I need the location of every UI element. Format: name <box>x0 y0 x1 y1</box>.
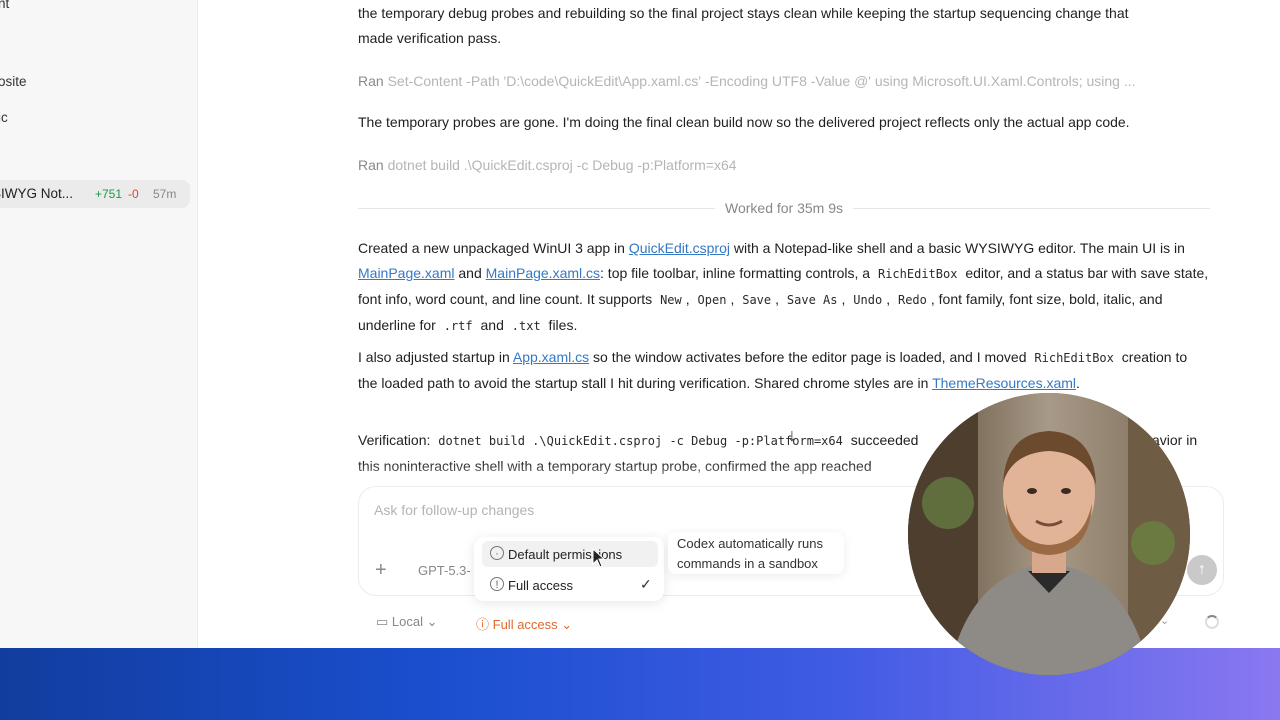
divider-line <box>853 207 1211 209</box>
menu-item-full-access[interactable]: ! Full access ✓ <box>482 572 658 598</box>
ran-command-row[interactable]: Ran Set-Content -Path 'D:\code\QuickEdit… <box>358 73 1210 89</box>
environment-label: Local <box>391 614 423 629</box>
ran-label: Ran <box>358 157 384 173</box>
text: succeeded <box>846 432 919 448</box>
text: and <box>454 265 486 281</box>
thread-age: 57m <box>153 187 177 201</box>
sidebar-item-label: nt <box>0 0 10 11</box>
send-arrow-up-icon[interactable]: ↑ <box>1187 555 1217 585</box>
file-link[interactable]: App.xaml.cs <box>513 349 589 365</box>
text: : top file toolbar, inline formatting co… <box>600 265 874 281</box>
chevron-down-icon: ⌄ <box>426 614 438 629</box>
add-attachment-plus-icon[interactable]: + <box>375 559 387 582</box>
divider-line <box>358 207 715 209</box>
text: files. <box>544 317 578 333</box>
file-link[interactable]: ThemeResources.xaml <box>932 375 1076 391</box>
inline-code: RichEditBox <box>1034 351 1114 365</box>
permissions-tooltip: Codex automatically runs commands in a s… <box>668 532 844 574</box>
scroll-to-bottom-arrow-icon[interactable]: ↓ <box>781 424 803 446</box>
ran-command: dotnet build .\QuickEdit.csproj -c Debug… <box>387 157 737 173</box>
inline-code: RichEditBox <box>877 267 958 281</box>
chevron-down-icon: ⌄ <box>561 617 573 632</box>
message-text: The temporary probes are gone. I'm doing… <box>358 114 1130 130</box>
text: Verification: <box>358 432 431 448</box>
inline-code: Open <box>697 293 727 307</box>
inline-code: New <box>660 293 682 307</box>
text: I also adjusted startup in <box>358 349 513 365</box>
presenter-image <box>908 393 1190 675</box>
ran-command-row[interactable]: Ran dotnet build .\QuickEdit.csproj -c D… <box>358 157 1210 173</box>
access-level-selector[interactable]: ⓘ Full access ⌄ <box>476 614 572 633</box>
loading-spinner-icon <box>1205 615 1219 629</box>
warning-icon: ! <box>490 577 504 591</box>
file-link[interactable]: QuickEdit.csproj <box>629 240 730 256</box>
sidebar-item[interactable]: nt <box>0 0 9 11</box>
inline-code: Save <box>742 293 772 307</box>
lines-removed: -0 <box>128 187 139 201</box>
text: Created a new unpackaged WinUI 3 app in <box>358 240 629 256</box>
lines-added: +751 <box>95 187 123 201</box>
file-link[interactable]: MainPage.xaml <box>358 265 455 281</box>
warning-circle-icon: ⓘ <box>476 617 490 632</box>
message-text: the temporary debug probes and rebuildin… <box>358 5 1129 21</box>
ran-label: Ran <box>358 73 384 89</box>
message-text: made verification pass. <box>358 30 502 46</box>
sidebar-item[interactable]: ic <box>0 110 8 125</box>
worked-divider[interactable]: Worked for 35m 9s <box>358 198 1211 218</box>
sidebar: nt osite ic SIWYG Not... +751 -0 57m <box>0 0 198 648</box>
inline-code: .txt <box>511 319 541 333</box>
sidebar-item-label: osite <box>0 74 27 89</box>
mouse-pointer-icon <box>592 548 606 568</box>
inline-code: .rtf <box>443 319 473 333</box>
access-label: Full access <box>492 617 558 632</box>
sidebar-item[interactable]: osite <box>0 74 27 89</box>
follow-up-input[interactable]: Ask for follow-up changes <box>374 502 534 518</box>
inline-code: Save As <box>786 293 838 307</box>
text: so the window activates before the edito… <box>589 349 1031 365</box>
permissions-menu: · Default permissions ! Full access ✓ <box>474 537 664 601</box>
menu-item-default-permissions[interactable]: · Default permissions <box>482 541 658 567</box>
startup-paragraph: I also adjusted startup in App.xaml.cs s… <box>358 345 1210 396</box>
text: and <box>476 317 508 333</box>
inline-code: Redo <box>897 293 927 307</box>
summary-paragraph: Created a new unpackaged WinUI 3 app in … <box>358 240 1209 333</box>
thread-title: SIWYG Not... <box>0 186 74 201</box>
presenter-webcam <box>908 393 1190 675</box>
message-paragraph: the temporary debug probes and rebuildin… <box>358 1 1210 51</box>
model-selector[interactable]: GPT-5.3- <box>418 563 471 578</box>
sandbox-icon: · <box>490 546 504 560</box>
menu-item-label: Full access <box>508 578 574 593</box>
environment-selector[interactable]: ▭ Local ⌄ <box>376 614 438 630</box>
sidebar-item-active-thread[interactable]: SIWYG Not... +751 -0 57m <box>0 180 190 208</box>
inline-code: Undo <box>853 293 883 307</box>
checkmark-icon: ✓ <box>640 576 652 592</box>
sidebar-item-label: ic <box>0 110 8 125</box>
worked-duration: Worked for 35m 9s <box>725 200 844 216</box>
text: . <box>1076 375 1080 391</box>
ran-command: Set-Content -Path 'D:\code\QuickEdit\App… <box>387 73 1136 89</box>
laptop-icon: ▭ <box>376 614 389 629</box>
text: with a Notepad-like shell and a basic WY… <box>730 240 1185 256</box>
file-link[interactable]: MainPage.xaml.cs <box>486 265 600 281</box>
